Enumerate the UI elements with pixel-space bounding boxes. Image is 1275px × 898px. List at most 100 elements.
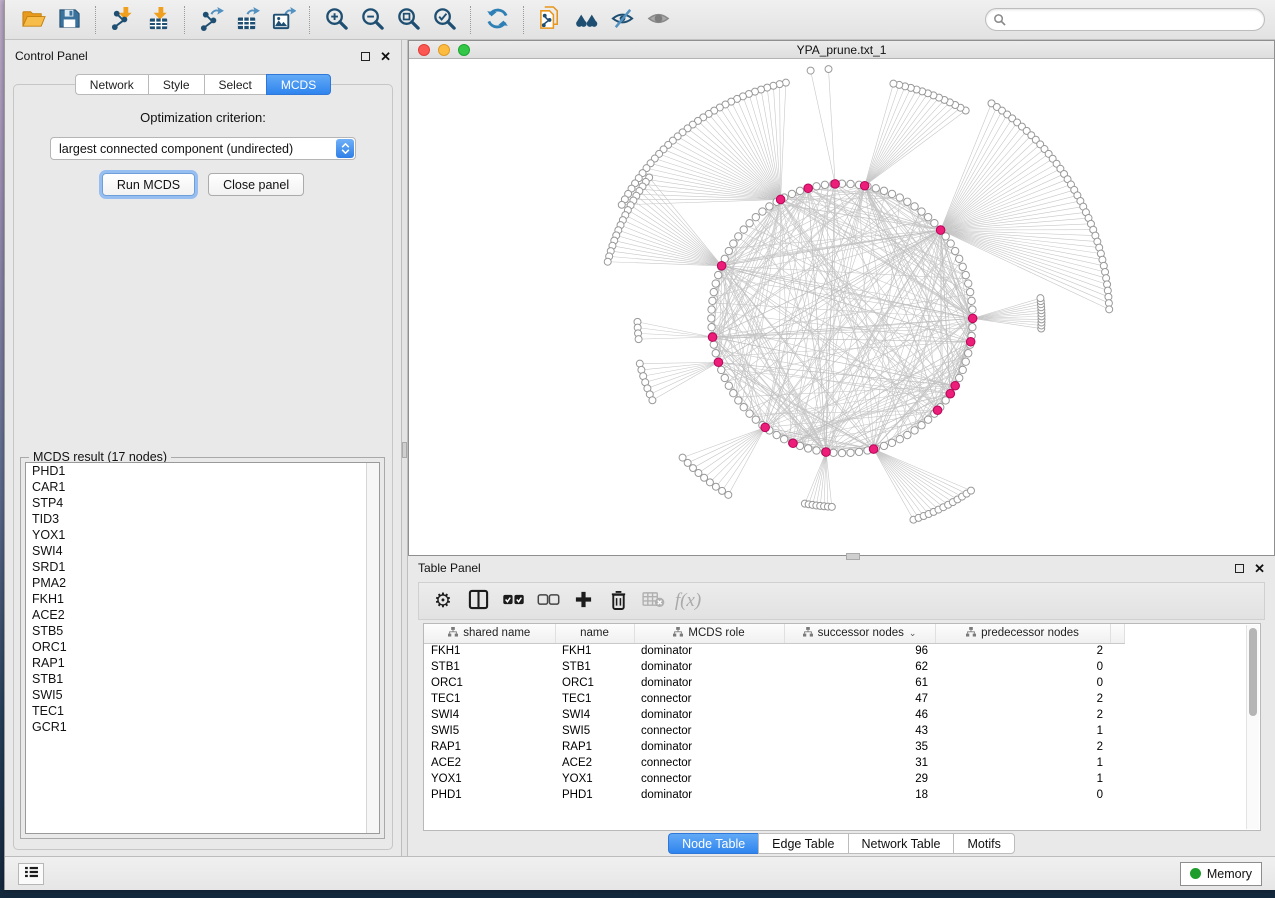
open-file-button[interactable] [18,5,48,35]
cell-MCDS-role[interactable]: dominator [634,675,784,691]
table-row[interactable]: YOX1YOX1connector291 [424,771,1124,787]
table-row[interactable]: FKH1FKH1dominator962 [424,643,1124,659]
cell-shared-name[interactable]: ACE2 [424,755,555,771]
network-node[interactable] [911,427,918,434]
mcds-hub-node[interactable] [776,195,785,204]
network-node[interactable] [962,271,969,278]
network-node[interactable] [880,442,887,449]
network-node[interactable] [752,416,759,423]
mcds-hub-node[interactable] [936,226,945,235]
mcds-list-scrollbar[interactable] [366,463,379,833]
cell-shared-name[interactable]: PHD1 [424,787,555,803]
network-node[interactable] [947,240,954,247]
cell-shared-name[interactable]: RAP1 [424,739,555,755]
mcds-hub-node[interactable] [804,184,813,193]
birds-eye-view-button[interactable] [571,5,601,35]
mcds-result-item[interactable]: TID3 [26,511,379,527]
table-options-button[interactable]: ⚙ [429,587,457,615]
cell-MCDS-role[interactable]: dominator [634,643,784,659]
mcds-result-item[interactable]: FKH1 [26,591,379,607]
create-column-button[interactable] [569,587,597,615]
cell-name[interactable]: PHD1 [555,787,634,803]
network-node[interactable] [969,324,976,331]
zoom-out-button[interactable] [357,5,387,35]
network-node[interactable] [725,382,732,389]
cell-name[interactable]: ACE2 [555,755,634,771]
cell-successor-nodes[interactable]: 43 [784,723,935,739]
cell-shared-name[interactable]: SWI4 [424,707,555,723]
network-node[interactable] [968,297,975,304]
tab-node-table[interactable]: Node Table [668,833,758,854]
horizontal-splitter-grip[interactable] [846,553,860,560]
network-window-titlebar[interactable]: YPA_prune.txt_1 [409,41,1274,59]
mcds-hub-node[interactable] [869,445,878,454]
cell-MCDS-role[interactable]: connector [634,755,784,771]
network-node[interactable] [951,247,958,254]
cell-predecessor-nodes[interactable]: 2 [935,739,1110,755]
network-node[interactable] [896,435,903,442]
deselect-all-columns-button[interactable] [534,587,562,615]
import-table-button[interactable] [143,5,173,35]
tab-style[interactable]: Style [148,74,204,95]
cell-MCDS-role[interactable]: connector [634,691,784,707]
mcds-result-item[interactable]: STB1 [26,671,379,687]
task-history-button[interactable] [18,863,44,885]
mcds-hub-node[interactable] [717,261,726,270]
network-node[interactable] [718,366,725,373]
scrollbar-thumb[interactable] [1249,628,1257,716]
network-leaf-node[interactable] [712,483,719,490]
network-node[interactable] [904,431,911,438]
network-node[interactable] [725,247,732,254]
memory-button[interactable]: Memory [1180,862,1262,886]
network-leaf-node[interactable] [618,201,625,208]
cell-predecessor-nodes[interactable]: 1 [935,771,1110,787]
mcds-result-list[interactable]: PHD1CAR1STP4TID3YOX1SWI4SRD1PMA2FKH1ACE2… [25,462,380,834]
mcds-hub-node[interactable] [822,448,831,457]
network-node[interactable] [730,240,737,247]
network-node[interactable] [888,190,895,197]
network-leaf-node[interactable] [807,67,814,74]
network-node[interactable] [708,315,715,322]
zoom-fit-button[interactable] [393,5,423,35]
table-vertical-scrollbar[interactable] [1246,625,1259,829]
cell-successor-nodes[interactable]: 47 [784,691,935,707]
cell-predecessor-nodes[interactable]: 2 [935,691,1110,707]
mcds-hub-node[interactable] [933,406,942,415]
network-leaf-node[interactable] [1037,295,1044,302]
network-node[interactable] [918,422,925,429]
zoom-in-button[interactable] [321,5,351,35]
mcds-result-item[interactable]: ORC1 [26,639,379,655]
table-row[interactable]: SWI5SWI5connector431 [424,723,1124,739]
open-session-network-button[interactable] [535,5,565,35]
network-node[interactable] [813,183,820,190]
table-row[interactable]: ACE2ACE2connector311 [424,755,1124,771]
mcds-result-item[interactable]: SRD1 [26,559,379,575]
network-node[interactable] [962,358,969,365]
network-node[interactable] [766,203,773,210]
mcds-result-item[interactable]: CAR1 [26,479,379,495]
network-node[interactable] [965,350,972,357]
table-row[interactable]: TEC1TEC1connector472 [424,691,1124,707]
cell-successor-nodes[interactable]: 31 [784,755,935,771]
network-node[interactable] [746,219,753,226]
column-header-predecessor-nodes[interactable]: predecessor nodes [935,624,1110,643]
network-node[interactable] [959,263,966,270]
network-node[interactable] [735,233,742,240]
network-node[interactable] [855,448,862,455]
network-node[interactable] [821,181,828,188]
network-node[interactable] [710,341,717,348]
network-node[interactable] [712,280,719,287]
cell-predecessor-nodes[interactable]: 0 [935,675,1110,691]
hide-panel-button[interactable] [607,5,637,35]
network-node[interactable] [780,435,787,442]
network-node[interactable] [847,449,854,456]
network-leaf-node[interactable] [825,66,832,73]
network-node[interactable] [904,198,911,205]
column-header-MCDS-role[interactable]: MCDS role [634,624,784,643]
apply-layout-button[interactable] [482,5,512,35]
network-node[interactable] [759,208,766,215]
network-node[interactable] [721,374,728,381]
network-node[interactable] [715,271,722,278]
network-leaf-node[interactable] [649,397,656,404]
network-leaf-node[interactable] [968,487,975,494]
